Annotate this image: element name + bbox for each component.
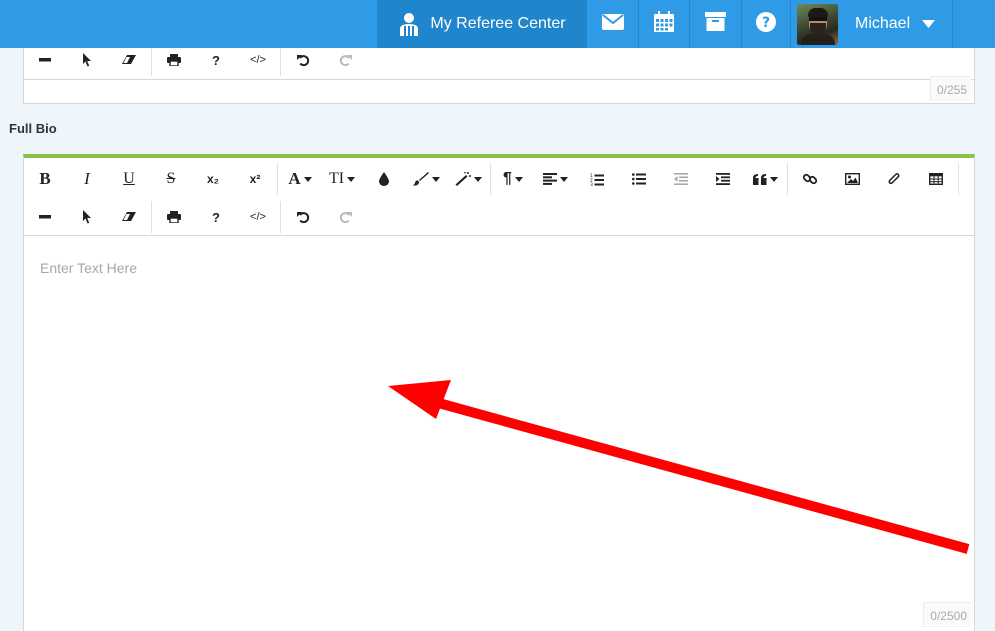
insert-file-button[interactable] xyxy=(873,160,915,198)
full-bio-label: Full Bio xyxy=(9,121,57,136)
print-icon xyxy=(167,211,181,223)
subscript-button[interactable]: x₂ xyxy=(192,160,234,198)
insert-table-button[interactable] xyxy=(915,160,957,198)
calendar-button[interactable] xyxy=(638,0,689,48)
font-family-label: A xyxy=(288,169,301,188)
superscript-button[interactable]: x² xyxy=(234,160,276,198)
archive-button[interactable] xyxy=(689,0,741,48)
paragraph-format-dropdown[interactable]: ¶ xyxy=(492,160,534,198)
short-bio-editor: ? </> 0/255 xyxy=(23,40,975,104)
ordered-list-button[interactable]: 123 xyxy=(576,160,618,198)
top-navbar: My Referee Center ? Michael xyxy=(0,0,995,48)
insert-image-button[interactable] xyxy=(831,160,873,198)
my-referee-center-link[interactable]: My Referee Center xyxy=(377,0,586,48)
avatar xyxy=(797,3,838,45)
italic-button[interactable]: I xyxy=(66,160,108,198)
redo-button[interactable] xyxy=(324,198,366,236)
background-color-dropdown[interactable] xyxy=(405,160,447,198)
quote-dropdown[interactable] xyxy=(744,160,786,198)
underline-button[interactable]: U xyxy=(108,160,150,198)
insert-link-button[interactable] xyxy=(789,160,831,198)
bullet-list-icon xyxy=(632,173,646,185)
horizontal-rule-icon xyxy=(39,215,51,219)
caret-down-icon xyxy=(303,176,312,182)
full-bio-textarea[interactable] xyxy=(24,236,974,631)
droplet-icon xyxy=(379,172,389,186)
image-icon xyxy=(844,173,860,185)
full-bio-editor: B I U S x₂ x² A TI ¶ 123 ? </> Enter Tex… xyxy=(23,154,975,631)
undo-icon xyxy=(296,211,309,223)
align-dropdown[interactable] xyxy=(534,160,576,198)
indent-icon xyxy=(716,173,730,185)
table-icon xyxy=(929,173,943,185)
user-menu[interactable]: Michael xyxy=(790,0,953,48)
chevron-down-icon xyxy=(922,20,936,28)
svg-text:3: 3 xyxy=(590,182,593,186)
caret-down-icon xyxy=(559,176,568,182)
caret-down-icon xyxy=(514,176,523,182)
short-bio-char-counter: 0/255 xyxy=(929,76,971,101)
referee-icon xyxy=(398,12,420,36)
bold-button[interactable]: B xyxy=(24,160,66,198)
outdent-button[interactable] xyxy=(660,160,702,198)
full-bio-placeholder: Enter Text Here xyxy=(40,260,138,276)
svg-text:?: ? xyxy=(762,15,770,31)
user-name: Michael xyxy=(855,15,911,32)
font-size-label: TI xyxy=(328,170,345,187)
cursor-icon xyxy=(83,210,91,224)
help-button[interactable]: ? xyxy=(741,0,790,48)
font-size-dropdown[interactable]: TI xyxy=(321,160,363,198)
quote-icon xyxy=(752,173,766,185)
caret-down-icon xyxy=(431,176,440,182)
unordered-list-button[interactable] xyxy=(618,160,660,198)
eraser-icon xyxy=(122,212,136,221)
archive-icon xyxy=(705,12,726,36)
horizontal-rule-button[interactable] xyxy=(24,198,66,236)
full-bio-char-counter: 0/2500 xyxy=(923,602,971,627)
outdent-icon xyxy=(674,173,688,185)
text-color-button[interactable] xyxy=(363,160,405,198)
undo-button[interactable] xyxy=(282,198,324,236)
caret-down-icon xyxy=(473,176,482,182)
mail-icon xyxy=(601,13,624,35)
styles-dropdown[interactable] xyxy=(447,160,489,198)
ordered-list-icon: 123 xyxy=(590,173,604,186)
align-left-icon xyxy=(542,173,557,185)
caret-down-icon xyxy=(769,176,778,182)
paintbrush-icon xyxy=(412,172,429,186)
magic-wand-icon xyxy=(455,172,471,186)
help-icon: ? xyxy=(756,11,776,37)
link-icon xyxy=(803,173,817,185)
code-view-button[interactable]: </> xyxy=(237,198,279,236)
strikethrough-button[interactable]: S xyxy=(150,160,192,198)
help-toolbar-button[interactable]: ? xyxy=(195,198,237,236)
mail-button[interactable] xyxy=(586,0,638,48)
print-button[interactable] xyxy=(153,198,195,236)
paragraph-label: ¶ xyxy=(503,170,512,187)
my-referee-center-label: My Referee Center xyxy=(430,15,566,32)
select-all-button[interactable] xyxy=(66,198,108,236)
eraser-button[interactable] xyxy=(108,198,150,236)
full-bio-toolbar: B I U S x₂ x² A TI ¶ 123 ? </> xyxy=(24,158,974,236)
font-family-dropdown[interactable]: A xyxy=(279,160,321,198)
calendar-icon xyxy=(654,11,674,37)
indent-button[interactable] xyxy=(702,160,744,198)
paperclip-icon xyxy=(888,173,900,185)
redo-icon xyxy=(339,211,352,223)
caret-down-icon xyxy=(347,176,356,182)
